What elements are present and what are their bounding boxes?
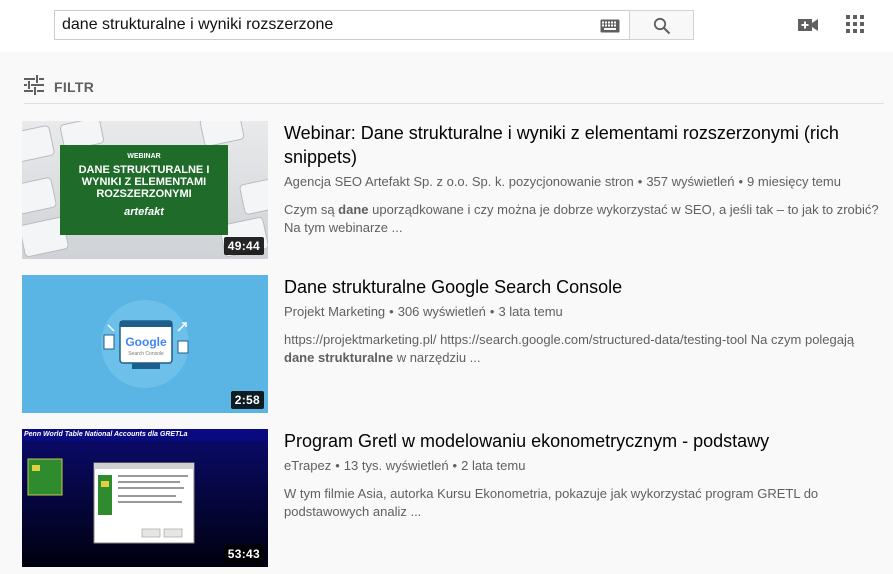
search-button[interactable] — [629, 10, 694, 40]
view-count: 357 wyświetleń — [646, 174, 735, 189]
view-count: 306 wyświetleń — [397, 304, 486, 319]
search-input[interactable]: dane strukturalne i wyniki rozszerzone — [54, 10, 630, 40]
thumb-brand: artefakt — [124, 206, 164, 218]
thumb-line-2: WYNIKI Z ELEMENTAMI — [81, 176, 207, 188]
video-meta: Projekt Marketing • 306 wyświetleń • 3 lata … — [284, 304, 563, 319]
duration-badge: 2:58 — [230, 391, 264, 409]
desc-text: W tym filmie Asia, autorka Kursu Ekonome… — [284, 486, 819, 519]
video-description: Czym są dane uporządkowane i czy można j… — [284, 201, 882, 237]
desc-highlight: dane strukturalne — [284, 350, 394, 365]
thumb-line-1: DANE STRUKTURALNE I — [78, 164, 210, 176]
video-description: https://projektmarketing.pl/ https://sea… — [284, 331, 882, 367]
video-description: W tym filmie Asia, autorka Kursu Ekonome… — [284, 485, 882, 521]
video-meta: eTrapez • 13 tys. wyświetleń • 2 lata temu — [284, 458, 526, 473]
upload-age: 9 miesięcy temu — [747, 174, 841, 189]
keyboard-icon[interactable] — [600, 19, 620, 33]
video-info: Dane strukturalne Google Search Console … — [284, 275, 882, 367]
video-info: Program Gretl w modelowaniu ekonometrycz… — [284, 429, 882, 521]
channel-name[interactable]: Agencja SEO Artefakt Sp. z o.o. Sp. k. p… — [284, 174, 634, 189]
duration-badge: 49:44 — [223, 237, 264, 255]
desc-text: Czym są — [284, 202, 339, 217]
video-title[interactable]: Program Gretl w modelowaniu ekonometrycz… — [284, 429, 882, 453]
video-thumbnail[interactable]: Google Search Console 2:58 — [22, 275, 268, 413]
divider — [24, 103, 884, 104]
desc-highlight: dane — [338, 202, 369, 217]
thumb-label: WEBINAR — [127, 153, 161, 160]
google-logo-text: Google — [125, 335, 167, 349]
search-query-text[interactable]: dane strukturalne i wyniki rozszerzone — [62, 16, 333, 34]
video-title[interactable]: Dane strukturalne Google Search Console — [284, 275, 882, 299]
desc-text: https://projektmarketing.pl/ https://sea… — [284, 332, 855, 347]
apps-grid-icon[interactable] — [846, 15, 864, 33]
video-camera-plus-icon[interactable] — [797, 13, 819, 37]
view-count: 13 tys. wyświetleń — [343, 458, 449, 473]
desc-text: uporządkowane i czy można je dobrze wyko… — [284, 202, 879, 235]
video-thumbnail[interactable]: WEBINAR DANE STRUKTURALNE I WYNIKI Z ELE… — [22, 121, 268, 259]
thumb-line-3: ROZSZERZONYMI — [96, 188, 192, 200]
channel-name[interactable]: Projekt Marketing — [284, 304, 385, 319]
video-thumbnail[interactable]: Penn World Table National Accounts dla G… — [22, 429, 268, 567]
filter-label: FILTR — [54, 79, 95, 95]
duration-badge: 53:43 — [223, 545, 264, 563]
channel-name[interactable]: eTrapez — [284, 458, 331, 473]
desc-text: w narzędziu ... — [393, 350, 481, 365]
search-console-text: Search Console — [128, 351, 164, 357]
video-meta: Agencja SEO Artefakt Sp. z o.o. Sp. k. p… — [284, 174, 841, 189]
sliders-icon — [24, 75, 44, 95]
upload-age: 3 lata temu — [498, 304, 563, 319]
upload-age: 2 lata temu — [461, 458, 526, 473]
video-info: Webinar: Dane strukturalne i wyniki z el… — [284, 121, 882, 237]
masthead: dane strukturalne i wyniki rozszerzone — [0, 0, 893, 52]
search-icon — [653, 17, 671, 35]
webinar-banner: WEBINAR DANE STRUKTURALNE I WYNIKI Z ELE… — [60, 145, 228, 235]
video-title[interactable]: Webinar: Dane strukturalne i wyniki z el… — [284, 121, 882, 169]
